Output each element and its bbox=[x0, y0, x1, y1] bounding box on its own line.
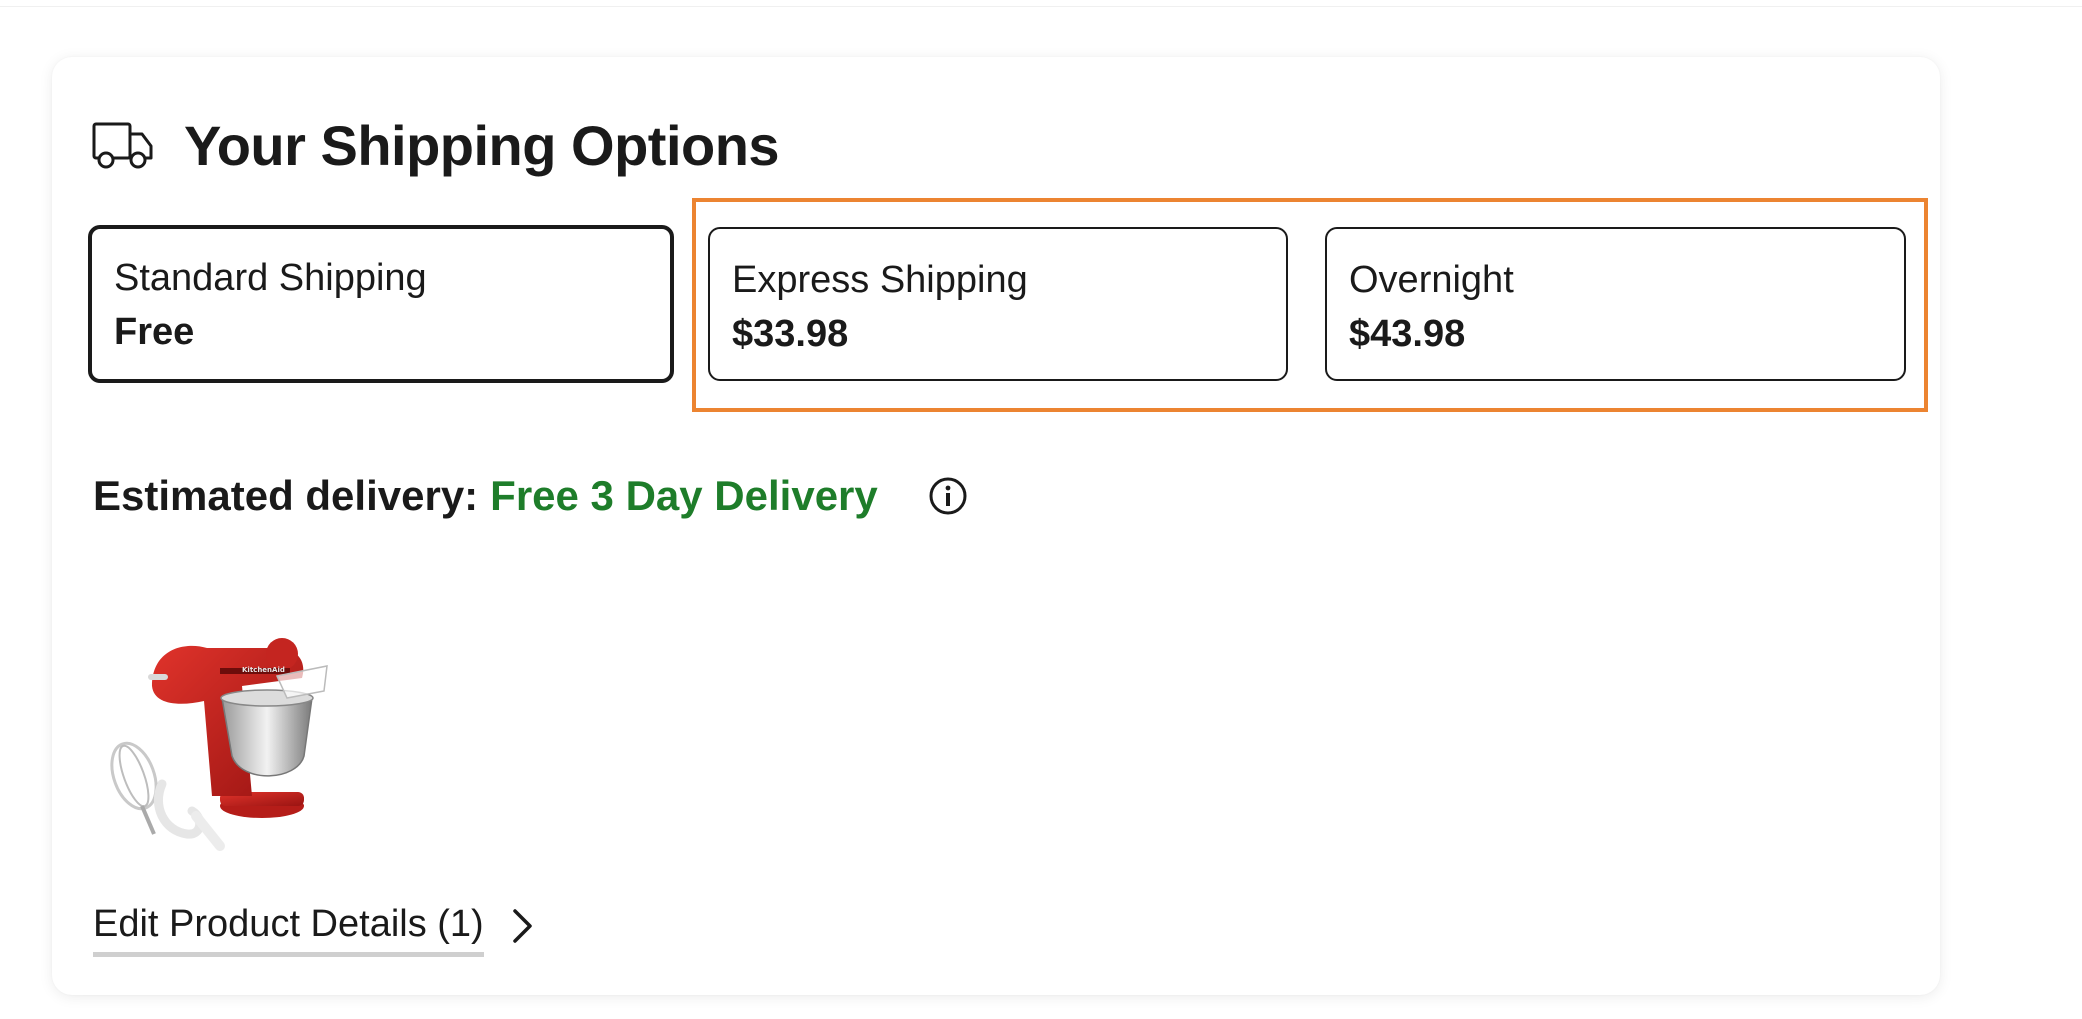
shipping-option-name: Express Shipping bbox=[732, 259, 1028, 301]
chevron-right-icon bbox=[510, 906, 536, 946]
page-title: Your Shipping Options bbox=[184, 113, 780, 177]
truck-icon bbox=[92, 120, 154, 170]
shipping-option-price: $43.98 bbox=[1349, 313, 1466, 355]
shipping-header: Your Shipping Options bbox=[92, 110, 780, 180]
edit-product-details-link[interactable]: Edit Product Details (1) bbox=[93, 903, 536, 957]
shipping-option-express[interactable]: Express Shipping $33.98 bbox=[708, 227, 1288, 381]
shipping-option-name: Overnight bbox=[1349, 259, 1514, 301]
delivery-label: Estimated delivery: bbox=[93, 472, 479, 519]
stand-mixer-image: KitchenAid bbox=[92, 606, 342, 856]
estimated-delivery: Estimated delivery: Free 3 Day Delivery bbox=[93, 466, 968, 526]
shipping-option-standard[interactable]: Standard Shipping Free bbox=[88, 225, 674, 383]
top-divider bbox=[0, 0, 2082, 7]
delivery-value: Free 3 Day Delivery bbox=[490, 472, 878, 519]
shipping-option-price: $33.98 bbox=[732, 313, 849, 355]
shipping-option-name: Standard Shipping bbox=[114, 257, 427, 299]
shipping-option-price: Free bbox=[114, 311, 195, 353]
edit-product-details-label: Edit Product Details (1) bbox=[93, 903, 484, 957]
svg-text:KitchenAid: KitchenAid bbox=[242, 666, 285, 674]
shipping-option-overnight[interactable]: Overnight $43.98 bbox=[1325, 227, 1906, 381]
info-icon[interactable] bbox=[928, 476, 968, 516]
